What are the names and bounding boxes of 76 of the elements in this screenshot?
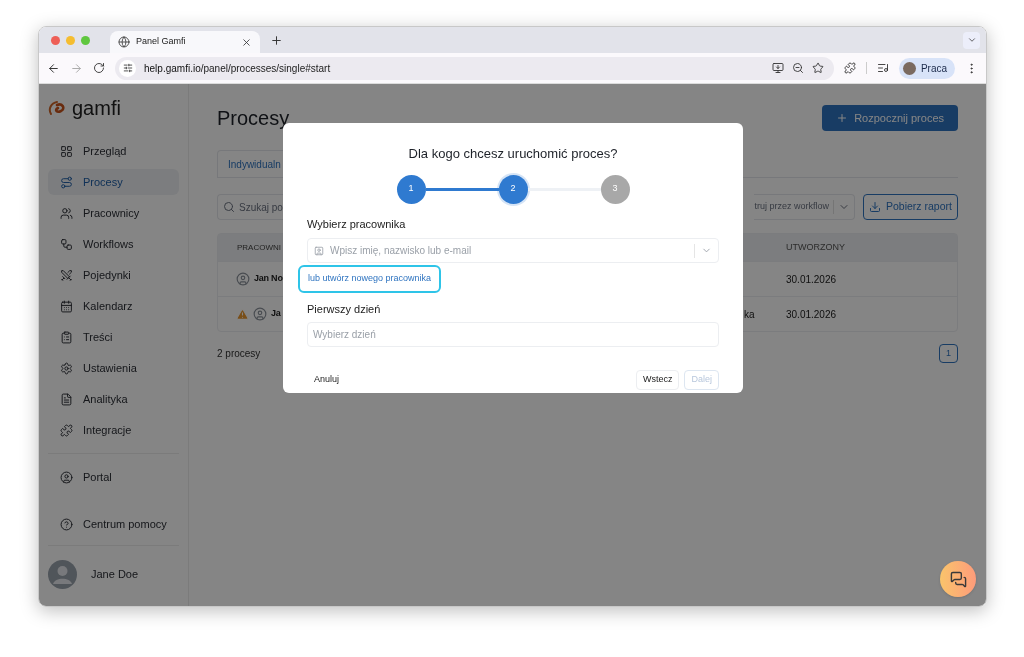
sliders-icon — [122, 63, 133, 73]
column-header: PRACOWNI — [237, 241, 281, 254]
logo-text: gamfi — [72, 98, 121, 118]
table-cell-text: 30.01.2026 — [786, 307, 838, 322]
sidebar-item[interactable]: Treści — [48, 324, 179, 350]
avatar-icon — [236, 272, 250, 286]
browser-tab[interactable]: Panel Gamfi — [110, 31, 260, 53]
contact-icon — [314, 245, 324, 256]
chat-icon — [949, 570, 967, 588]
calendar-icon — [60, 299, 73, 313]
help-icon — [60, 517, 73, 531]
table-cell-text: ka — [744, 307, 756, 322]
create-employee-link[interactable]: lub utwórz nowego pracownika — [298, 265, 442, 293]
url-text: help.gamfi.io/panel/processes/single#start — [144, 61, 332, 76]
sidebar-item[interactable]: Pojedynki — [48, 262, 179, 288]
modal-title: Dla kogo chcesz uruchomić proces? — [408, 145, 618, 163]
sidebar-item[interactable]: Integracje — [48, 417, 179, 443]
route-icon — [60, 175, 73, 189]
page-title: Procesy — [217, 106, 290, 131]
star-icon[interactable] — [811, 62, 824, 74]
sidebar-item[interactable]: Portal — [48, 464, 179, 490]
sidebar-item[interactable]: Analityka — [48, 386, 179, 412]
search-icon — [223, 201, 235, 213]
avatar-icon — [253, 307, 267, 321]
sidebar-item[interactable]: Ustawienia — [48, 355, 179, 381]
sidebar-item[interactable]: Workflows — [48, 231, 179, 257]
sidebar-item[interactable]: Pracownicy — [48, 200, 179, 226]
field-label: Pierwszy dzień — [307, 301, 382, 317]
settings-icon — [60, 361, 73, 375]
user-name: Jane Doe — [91, 566, 139, 582]
tab-title: Panel Gamfi — [136, 35, 187, 49]
puzzle-icon — [60, 423, 73, 437]
address-bar[interactable]: help.gamfi.io/panel/processes/single#start — [115, 56, 834, 80]
workflow-filter[interactable]: truj przez workflow — [754, 194, 855, 220]
cancel-button[interactable]: Anuluj — [307, 370, 347, 390]
start-process-button[interactable]: Rozpocznij proces — [822, 105, 958, 131]
clipboard-icon — [60, 330, 73, 344]
back-button[interactable]: Wstecz — [635, 370, 680, 390]
close-icon[interactable] — [241, 36, 252, 48]
field-label: Wybierz pracownika — [307, 216, 407, 232]
employee-select[interactable]: Wpisz imię, nazwisko lub e-mail — [307, 238, 719, 263]
sidebar-item[interactable]: Centrum pomocy — [48, 511, 179, 537]
media-icon[interactable] — [876, 62, 889, 74]
sidebar-item[interactable]: Procesy — [48, 169, 179, 195]
avatar-icon — [902, 61, 916, 75]
install-icon[interactable] — [771, 62, 784, 74]
table-cell: Jan No — [254, 272, 283, 286]
zoom-icon[interactable] — [791, 62, 804, 74]
download-report-button[interactable]: Pobierz raport — [863, 194, 958, 220]
avatar-icon — [48, 559, 77, 589]
new-tab-icon[interactable] — [270, 33, 283, 47]
workflow-icon — [60, 237, 73, 251]
swords-icon — [60, 268, 73, 282]
column-header: UTWORZONY — [786, 240, 846, 254]
plus-icon — [836, 112, 849, 124]
grid-icon — [60, 144, 73, 158]
people-icon — [60, 206, 73, 220]
reload-icon[interactable] — [93, 62, 105, 74]
chat-button[interactable] — [940, 561, 976, 597]
sidebar-item[interactable]: Kalendarz — [48, 293, 179, 319]
user-circle-icon — [60, 470, 73, 484]
back-icon[interactable] — [47, 61, 60, 75]
sidebar-item[interactable]: Przegląd — [48, 138, 179, 164]
table-cell: Ja — [271, 307, 281, 321]
download-icon — [869, 201, 881, 213]
extensions-icon[interactable] — [843, 62, 856, 74]
page-number[interactable]: 1 — [939, 344, 958, 363]
site-settings-button[interactable] — [119, 59, 136, 77]
document-icon — [60, 392, 73, 406]
logo-swirl-icon — [48, 99, 68, 117]
chevron-down-icon — [966, 35, 977, 45]
process-count: 2 procesy — [217, 347, 261, 361]
profile-button[interactable]: Praca — [898, 57, 955, 79]
date-field[interactable]: Wybierz dzień — [307, 322, 719, 347]
globe-icon — [118, 36, 130, 48]
table-cell-text: 30.01.2026 — [786, 272, 838, 287]
